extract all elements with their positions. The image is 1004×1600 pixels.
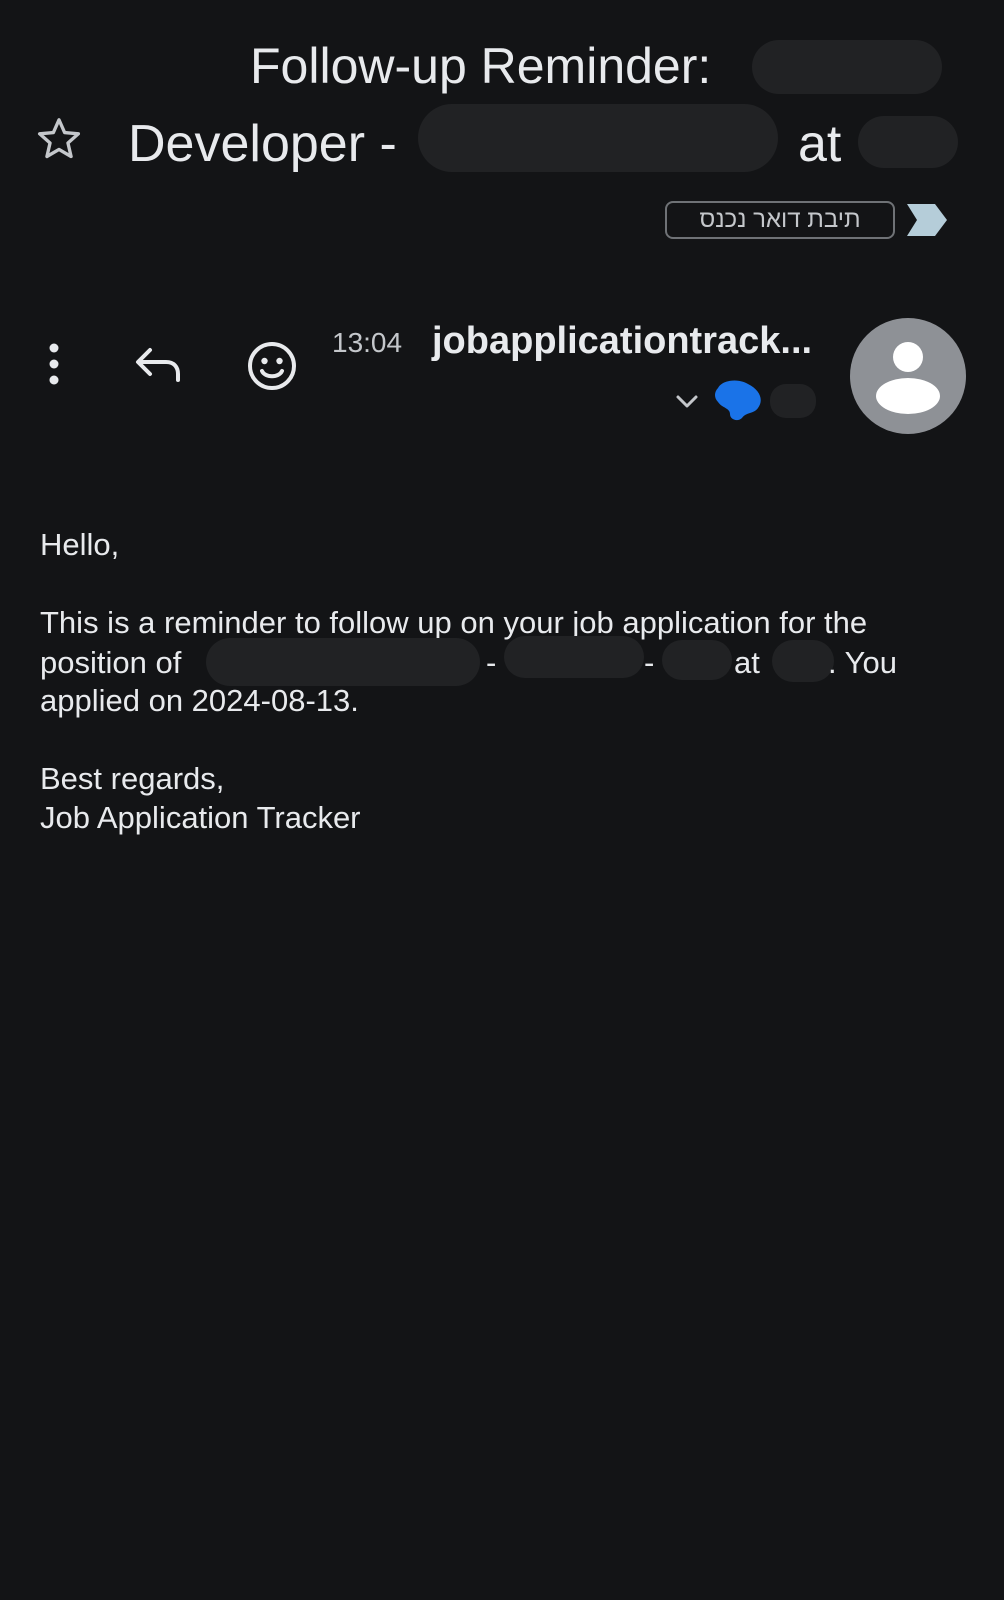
inbox-label-chip[interactable]: תיבת דואר נכנס [665,201,895,239]
message-time: 13:04 [332,327,403,358]
subject-line-1: Follow-up Reminder: [250,38,712,94]
redacted-position [662,640,732,680]
star-icon[interactable] [34,114,84,164]
person-icon [876,342,940,414]
reply-icon[interactable] [130,340,186,388]
body-you: . You [828,645,897,680]
body-position-of: position of [40,645,182,680]
sender-name[interactable]: jobapplicationtrack... [432,318,812,364]
redacted-subject-part [858,116,958,168]
chevron-down-icon[interactable] [673,392,701,412]
redacted-subject-part [752,40,942,94]
redacted-recipient [770,384,816,418]
body-line-1: This is a reminder to follow up on your … [40,605,868,640]
redacted-recipient-mark [715,380,761,421]
more-vert-icon[interactable] [34,340,74,388]
body-applied-date: applied on 2024-08-13. [40,683,359,718]
body-dash-1: - [486,645,497,680]
redacted-subject-part [418,104,778,172]
body-at: at [734,645,760,680]
subject-at: at [798,115,842,173]
emoji-reaction-icon[interactable] [246,340,298,392]
body-signature: Job Application Tracker [40,800,361,835]
redacted-position [504,636,644,678]
body-greeting: Hello, [40,527,120,562]
subject-line-2: Developer - [128,115,397,173]
importance-marker-icon[interactable] [905,200,949,240]
avatar[interactable] [850,318,966,434]
redacted-position [206,638,480,686]
body-dash-2: - [644,645,655,680]
body-regards: Best regards, [40,761,225,796]
redacted-company [772,640,834,682]
